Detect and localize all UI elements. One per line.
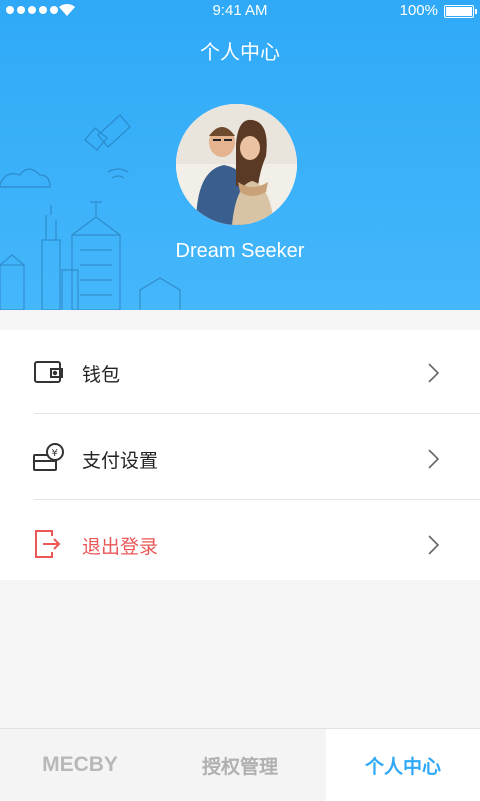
tab-profile[interactable]: 个人中心 [326,729,480,801]
chevron-right-icon [428,535,440,555]
payment-settings-icon: ¥ [33,443,64,471]
username: Dream Seeker [175,240,305,262]
profile-header: 9:41 AM 100% 个人中心 Dream Seeker [0,0,480,310]
battery-icon [444,5,477,18]
battery-percentage: 100% [399,2,438,19]
menu-label-logout: 退出登录 [82,536,159,558]
menu-label-wallet: 钱包 [82,364,121,386]
menu-item-payment-settings[interactable]: ¥ 支付设置 [0,414,480,500]
chevron-right-icon [428,449,440,469]
menu-list: 钱包 ¥ 支付设置 退出登录 [0,330,480,580]
svg-text:¥: ¥ [52,448,58,459]
status-bar: 9:41 AM 100% [0,0,480,22]
logout-icon [35,530,61,558]
menu-label-payment-settings: 支付设置 [82,450,159,472]
menu-item-logout[interactable]: 退出登录 [0,500,480,580]
tab-mecby[interactable]: MECBY [0,729,160,801]
tab-bar: MECBY 授权管理 个人中心 [0,728,480,801]
wallet-icon [34,361,63,383]
avatar[interactable] [176,104,297,225]
tab-authorization[interactable]: 授权管理 [160,729,320,801]
chevron-right-icon [428,363,440,383]
menu-item-wallet[interactable]: 钱包 [0,330,480,414]
page-title: 个人中心 [200,40,280,64]
